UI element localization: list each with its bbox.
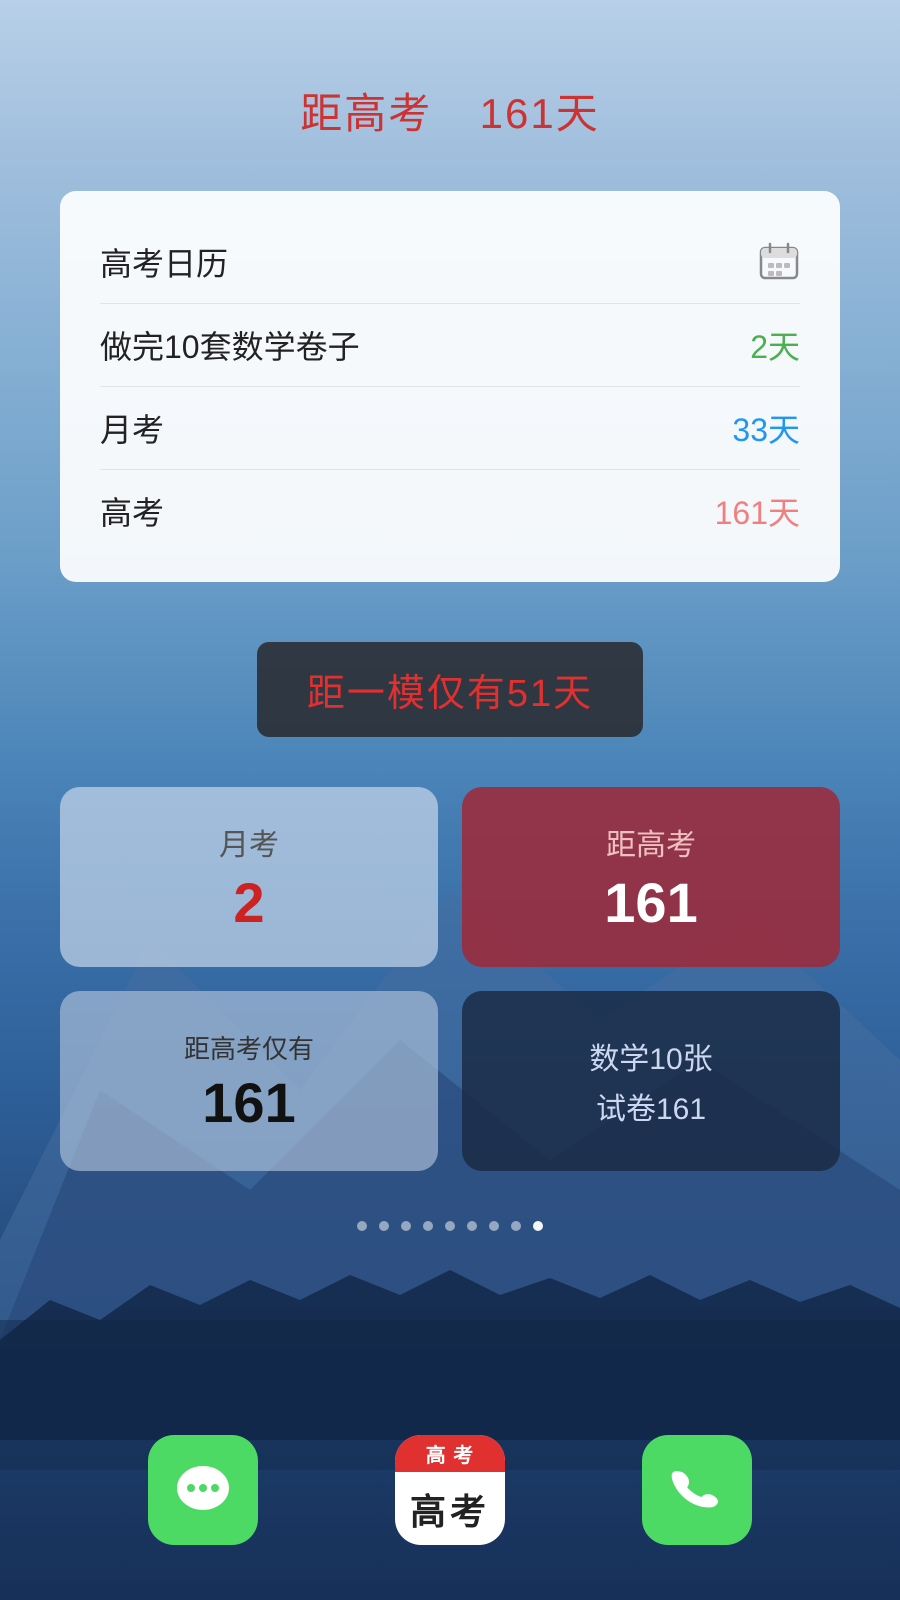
page-dot-5 xyxy=(445,1221,455,1231)
page-dot-6 xyxy=(467,1221,477,1231)
widget-shuxue[interactable]: 数学10张 试卷161 xyxy=(462,991,840,1171)
gaokao-top-bar: 高 考 xyxy=(395,1435,505,1472)
page-dot-8 xyxy=(511,1221,521,1231)
gaokao-bottom-text: 高考 xyxy=(410,1472,490,1545)
page-dot-3 xyxy=(401,1221,411,1231)
phone-handset-icon xyxy=(667,1460,727,1520)
page-dot-7 xyxy=(489,1221,499,1231)
widget-shuxue-label: 数学10张 xyxy=(589,1034,712,1078)
widget-ju-gaokao-label: 距高考 xyxy=(606,820,696,864)
card-widget: 高考日历 做完10套数学卷子 2天 月考 xyxy=(60,191,840,582)
widget-yuekao-label: 月考 xyxy=(219,820,279,864)
page-dot-1 xyxy=(357,1221,367,1231)
widget-yuekao-number: 2 xyxy=(233,872,264,934)
card-title: 高考日历 xyxy=(100,239,228,285)
yi-mo-text: 距一模仅有51天 xyxy=(307,673,593,715)
page-dots xyxy=(357,1221,543,1231)
widget-ju-gaokao-number: 161 xyxy=(604,872,697,934)
card-row-gaokao: 高考 161天 xyxy=(100,469,800,552)
dock-gaokao-icon[interactable]: 高 考 高考 xyxy=(395,1435,505,1545)
messages-bubble-icon xyxy=(171,1458,236,1523)
widget-yuekao[interactable]: 月考 2 xyxy=(60,787,438,967)
page-dot-9 xyxy=(533,1221,543,1231)
card-row-yuekao: 月考 33天 xyxy=(100,386,800,469)
top-countdown: 距高考 161天 xyxy=(300,80,599,141)
card-row-math: 做完10套数学卷子 2天 xyxy=(100,303,800,386)
widget-shuxue-label2: 试卷161 xyxy=(596,1084,706,1128)
calendar-icon xyxy=(758,241,800,283)
content-layer: 距高考 161天 高考日历 xyxy=(0,0,900,1600)
card-header-row: 高考日历 xyxy=(100,221,800,303)
dock-phone-icon[interactable] xyxy=(642,1435,752,1545)
page-dot-2 xyxy=(379,1221,389,1231)
card-row-math-label: 做完10套数学卷子 xyxy=(100,322,360,368)
top-countdown-days: 161天 xyxy=(480,90,600,137)
dock: 高 考 高考 xyxy=(0,1400,900,1600)
card-row-gaokao-value: 161天 xyxy=(715,488,800,534)
card-row-gaokao-label: 高考 xyxy=(100,488,164,534)
card-row-math-value: 2天 xyxy=(750,322,800,368)
widget-ju-gaokao-jin-you[interactable]: 距高考仅有 161 xyxy=(60,991,438,1171)
dock-messages-icon[interactable] xyxy=(148,1435,258,1545)
page-dot-4 xyxy=(423,1221,433,1231)
card-row-yuekao-label: 月考 xyxy=(100,405,164,451)
yi-mo-badge: 距一模仅有51天 xyxy=(257,642,643,737)
card-row-yuekao-value: 33天 xyxy=(732,405,800,451)
widget-ju-gaokao[interactable]: 距高考 161 xyxy=(462,787,840,967)
widget-ju-gaokao-jin-you-number: 161 xyxy=(202,1072,295,1134)
widget-grid: 月考 2 距高考 161 距高考仅有 161 数学10张 试卷161 xyxy=(60,787,840,1171)
top-countdown-label: 距高考 xyxy=(300,90,432,137)
widget-ju-gaokao-jin-you-label: 距高考仅有 xyxy=(184,1029,314,1066)
